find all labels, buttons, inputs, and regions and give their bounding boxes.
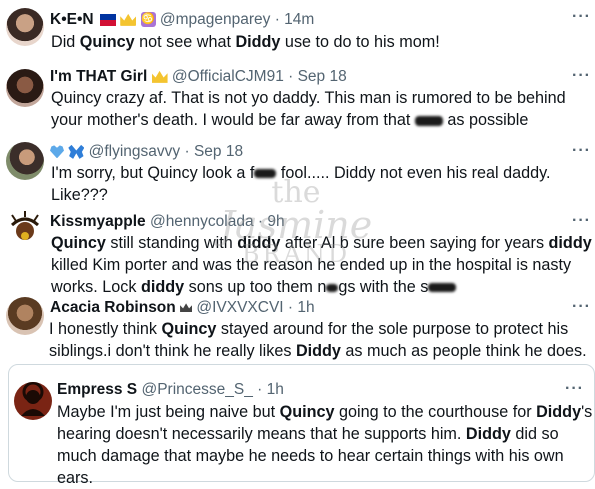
timestamp[interactable]: · Sep 18 [288, 68, 347, 85]
handle[interactable]: @IVXVXCVI [196, 299, 283, 316]
blue-heart-icon [50, 145, 64, 159]
avatar[interactable] [14, 382, 52, 420]
avatar[interactable] [6, 142, 44, 180]
handle[interactable]: @OfficialCJM91 [172, 68, 284, 85]
display-name[interactable]: K•E•N [50, 11, 94, 28]
display-name[interactable]: Acacia Robinson [50, 299, 176, 316]
crown-icon [180, 303, 193, 313]
censor-blur [326, 283, 339, 292]
more-options-icon[interactable]: ··· [572, 67, 591, 85]
butterfly-icon [68, 144, 85, 159]
tweet-text: I honestly think Quincy stayed around fo… [49, 320, 587, 360]
display-name[interactable]: I'm THAT Girl [50, 68, 147, 85]
more-options-icon[interactable]: ··· [572, 142, 591, 160]
more-options-icon[interactable]: ··· [572, 212, 591, 230]
censor-blur [428, 283, 457, 293]
avatar[interactable] [6, 209, 44, 247]
avatar[interactable] [6, 8, 44, 46]
censor-blur [414, 115, 443, 126]
tweet-text: Quincy still standing with diddy after A… [51, 234, 592, 296]
cancer-sign-icon: ♋ [140, 12, 156, 28]
timestamp[interactable]: · 1h [257, 381, 284, 398]
avatar[interactable] [6, 69, 44, 107]
more-options-icon[interactable]: ··· [565, 380, 584, 398]
handle[interactable]: @Princesse_S_ [141, 381, 252, 398]
handle[interactable]: @flyingsavvy [89, 143, 181, 160]
timestamp[interactable]: · 1h [288, 299, 315, 316]
timestamp[interactable]: · 14m [275, 11, 315, 28]
apple-head-avatar-icon [10, 211, 40, 240]
timestamp[interactable]: · Sep 18 [184, 143, 243, 160]
more-options-icon[interactable]: ··· [572, 298, 591, 316]
tweet-text: I'm sorry, but Quincy look a f fool.....… [51, 164, 551, 204]
tweet-text: Quincy crazy af. That is not yo daddy. T… [51, 89, 566, 129]
tweet-text: Did Quincy not see what Diddy use to do … [51, 33, 440, 51]
avatar[interactable] [6, 297, 44, 335]
handle[interactable]: @hennycolada [150, 213, 254, 230]
crown-icon [120, 13, 137, 26]
tweet-text: Maybe I'm just being naive but Quincy go… [57, 403, 593, 487]
profile-silhouette-icon [21, 382, 45, 416]
censor-blur [254, 169, 277, 179]
handle[interactable]: @mpagenparey [160, 11, 271, 28]
haiti-flag-icon [99, 13, 116, 26]
crown-icon [151, 70, 168, 83]
display-name[interactable]: Empress S [57, 381, 137, 398]
more-options-icon[interactable]: ··· [572, 8, 591, 26]
display-name[interactable]: Kissmyapple [50, 213, 146, 230]
timestamp[interactable]: · 9h [258, 213, 285, 230]
